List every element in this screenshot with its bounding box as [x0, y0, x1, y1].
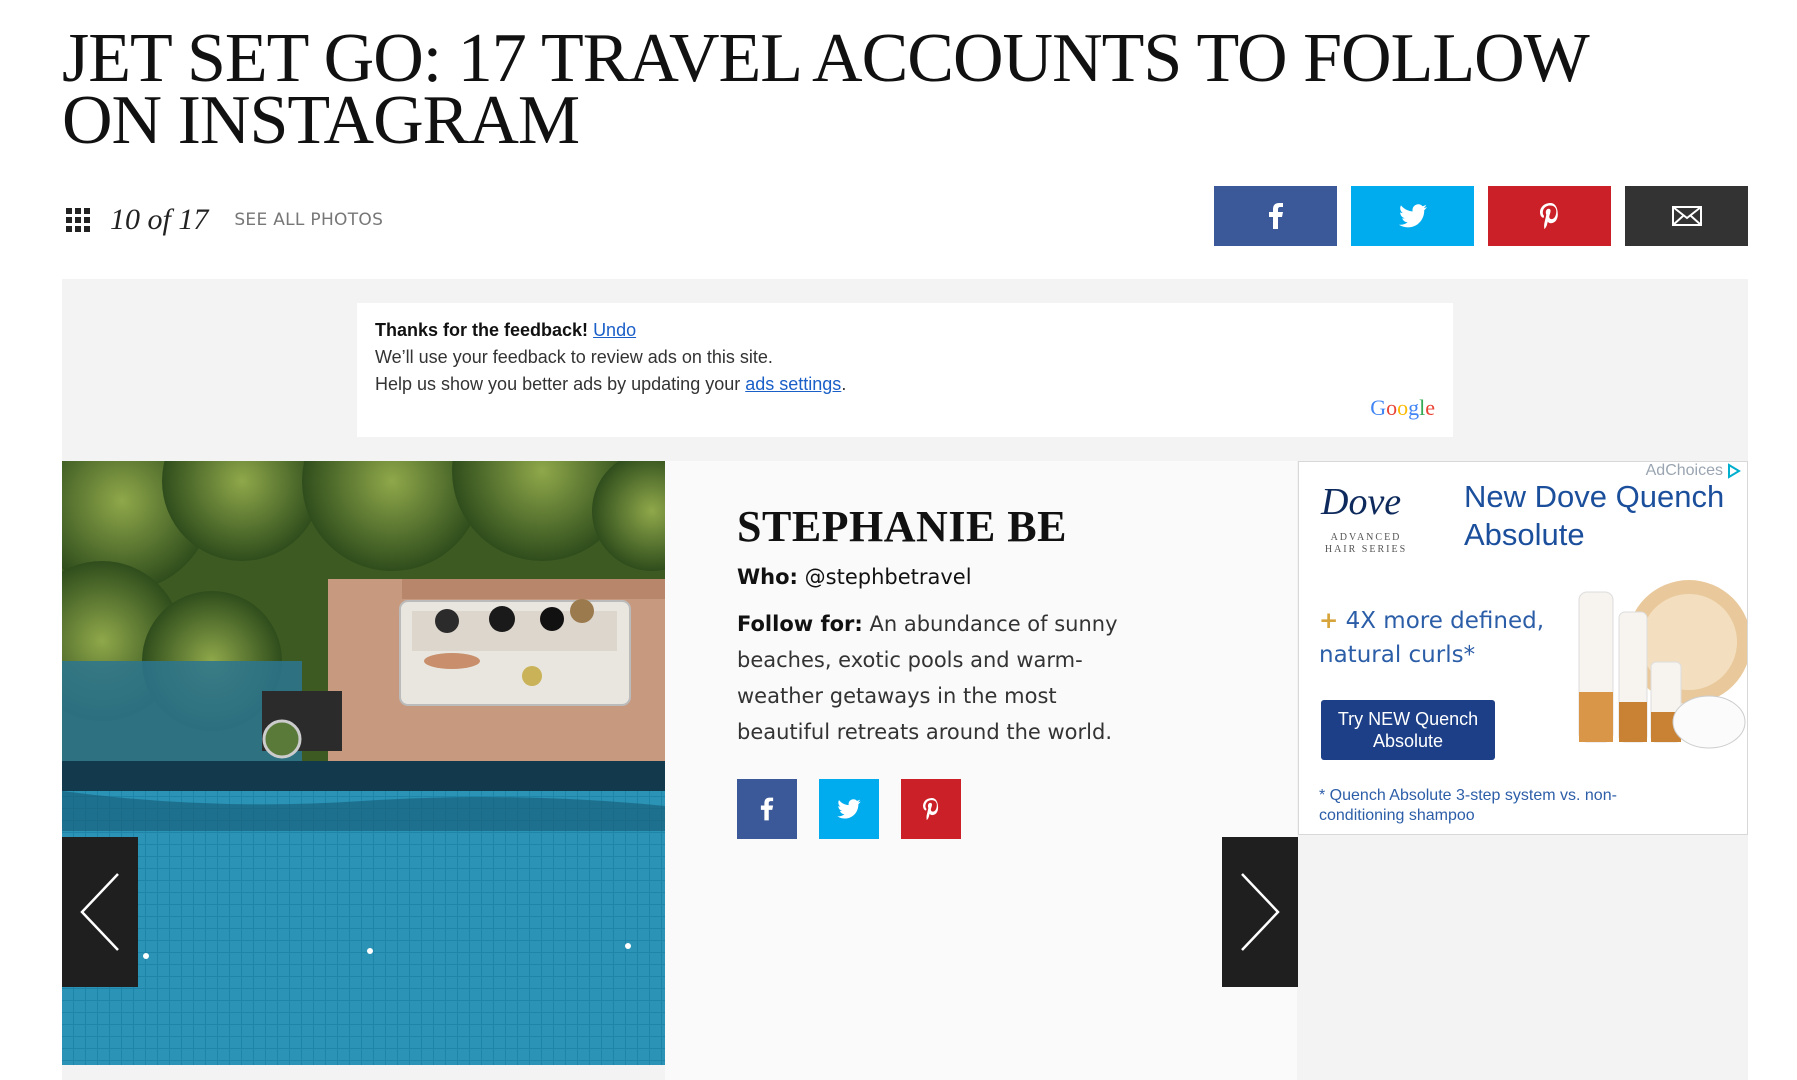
pinterest-share-button[interactable] [1488, 186, 1611, 246]
slide-counter: 10 of 17 [110, 203, 209, 236]
ad-claim-text: 4X more defined, natural curls* [1319, 608, 1545, 668]
dove-logo: Dove [1321, 481, 1402, 523]
feedback-period: . [841, 374, 847, 394]
dove-logo-subtitle: ADVANCED HAIR SERIES [1324, 532, 1408, 555]
account-name: STEPHANIE BE [737, 502, 1067, 551]
who-label: Who: [737, 565, 798, 589]
slide-photo [62, 461, 665, 1065]
feedback-line-2: We’ll use your feedback to review ads on… [375, 347, 773, 367]
twitter-share-button[interactable] [1351, 186, 1474, 246]
google-logo: Google [1370, 395, 1435, 420]
adchoices-icon [1728, 463, 1741, 479]
chevron-left-icon [80, 873, 119, 951]
twitter-icon [1398, 204, 1427, 228]
facebook-share-button[interactable] [1214, 186, 1337, 246]
grid-icon[interactable] [66, 208, 90, 232]
who-line: Who: @stephbetravel [737, 565, 972, 589]
who-handle: @stephbetravel [804, 565, 972, 589]
slide-caption-card: STEPHANIE BE Who: @stephbetravel Follow … [665, 461, 1297, 1080]
gallery-controls: 10 of 17 SEE ALL PHOTOS [66, 200, 383, 240]
pinterest-icon [1539, 203, 1558, 229]
chevron-right-icon [1241, 873, 1280, 951]
follow-for-text: Follow for: An abundance of sunny beache… [737, 606, 1127, 750]
email-icon [1671, 206, 1702, 226]
facebook-icon [760, 797, 774, 821]
previous-slide-button[interactable] [62, 837, 138, 987]
slide-share-buttons [737, 779, 961, 839]
twitter-icon [837, 799, 861, 819]
pinterest-icon [922, 798, 938, 820]
ad-cta-button[interactable]: Try NEW Quench Absolute [1321, 700, 1495, 760]
share-bar [1214, 186, 1748, 246]
ad-headline: New Dove Quench Absolute [1464, 479, 1725, 552]
ad-footnote: * Quench Absolute 3-step system vs. non-… [1319, 787, 1617, 824]
page-title: JET SET GO: 17 TRAVEL ACCOUNTS TO FOLLOW… [62, 20, 1588, 159]
email-share-button[interactable] [1625, 186, 1748, 246]
pool-aerial-image [62, 461, 665, 1065]
facebook-icon [1268, 203, 1283, 229]
gallery-stage: Thanks for the feedback! Undo We’ll use … [62, 279, 1748, 1080]
next-slide-button[interactable] [1222, 837, 1298, 987]
ad-feedback-panel: Thanks for the feedback! Undo We’ll use … [357, 303, 1453, 437]
product-bottles-image [1578, 580, 1747, 749]
see-all-photos-link[interactable]: SEE ALL PHOTOS [234, 210, 383, 230]
plus-icon: + [1319, 608, 1339, 634]
slide-twitter-button[interactable] [819, 779, 879, 839]
feedback-line-3: Help us show you better ads by updating … [375, 374, 741, 394]
follow-label: Follow for: [737, 612, 863, 636]
slide-pinterest-button[interactable] [901, 779, 961, 839]
feedback-thanks: Thanks for the feedback! [375, 320, 589, 340]
display-ad[interactable]: AdChoices Dove ADVANCED HAIR SERIES New … [1298, 461, 1748, 835]
slide-facebook-button[interactable] [737, 779, 797, 839]
ad-claim: + 4X more defined, natural curls* [1319, 604, 1549, 672]
undo-link[interactable]: Undo [593, 320, 636, 340]
ads-settings-link[interactable]: ads settings [745, 374, 841, 394]
